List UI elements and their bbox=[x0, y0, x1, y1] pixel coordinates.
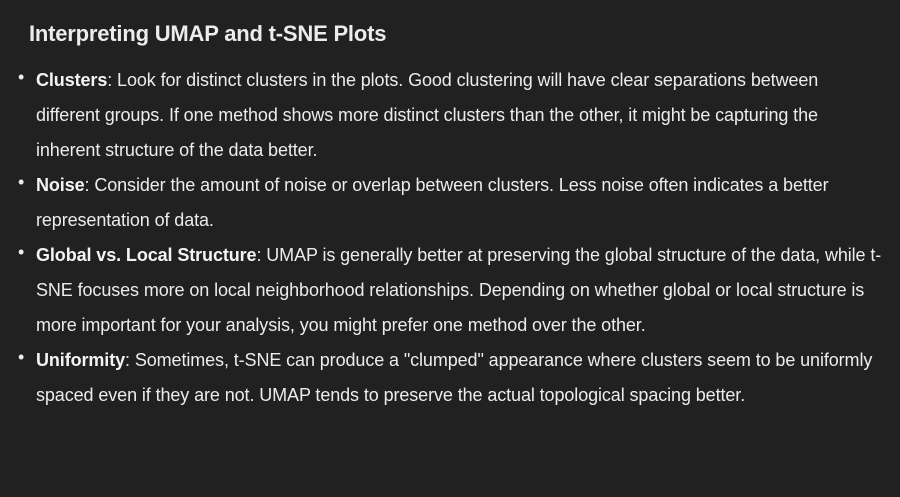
list-item-text: : Sometimes, t-SNE can produce a "clumpe… bbox=[36, 350, 873, 405]
list-item-text: : Look for distinct clusters in the plot… bbox=[36, 70, 819, 160]
list-item-text: : Consider the amount of noise or overla… bbox=[36, 175, 829, 230]
list-item-uniformity: • Uniformity: Sometimes, t-SNE can produ… bbox=[0, 343, 900, 413]
list-item-global-vs-local: • Global vs. Local Structure: UMAP is ge… bbox=[0, 238, 900, 343]
list-item-clusters: • Clusters: Look for distinct clusters i… bbox=[0, 63, 900, 168]
list-item-term: Uniformity bbox=[36, 350, 126, 370]
section-heading: Interpreting UMAP and t-SNE Plots bbox=[29, 21, 387, 46]
bullet-marker: • bbox=[18, 172, 25, 192]
list-item-term: Noise bbox=[36, 175, 85, 195]
list-item-noise: • Noise: Consider the amount of noise or… bbox=[0, 168, 900, 238]
bullet-marker: • bbox=[18, 347, 25, 367]
chat-response-panel: Interpreting UMAP and t-SNE Plots • Clus… bbox=[0, 0, 900, 497]
bullet-marker: • bbox=[18, 242, 25, 262]
list-item-term: Clusters bbox=[36, 70, 108, 90]
list-item-term: Global vs. Local Structure bbox=[36, 245, 257, 265]
interpretation-list: • Clusters: Look for distinct clusters i… bbox=[0, 63, 900, 413]
bullet-marker: • bbox=[18, 67, 25, 87]
